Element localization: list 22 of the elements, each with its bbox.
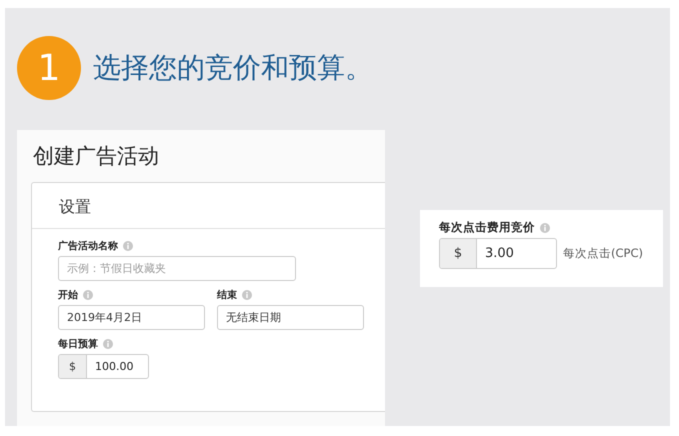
section-title: 设置 [32, 183, 385, 229]
info-icon [103, 339, 113, 349]
campaign-name-field[interactable]: 示例：节假日收藏夹 [58, 256, 296, 281]
unit-label: 每次点击(CPC) [563, 246, 643, 261]
field-label: 每日预算 [58, 338, 98, 351]
info-icon [242, 290, 252, 300]
currency-prefix: $ [440, 239, 477, 268]
field-label: 每次点击费用竞价 [439, 220, 535, 235]
field-label: 开始 [58, 288, 78, 302]
field-label: 广告活动名称 [58, 239, 118, 253]
bid-field[interactable]: $ 3.00 [439, 238, 557, 269]
info-icon [540, 222, 550, 232]
step-number: 1 [17, 36, 81, 100]
field-label: 结束 [217, 288, 237, 302]
step-title: 选择您的竞价和预算。 [93, 50, 373, 86]
budget-field[interactable]: $ 100.00 [58, 354, 149, 379]
start-date-field[interactable]: 2019年4月2日 [58, 305, 205, 330]
page-title: 创建广告活动 [33, 143, 160, 170]
info-icon [123, 241, 133, 251]
info-icon [83, 290, 93, 300]
end-date-field[interactable]: 无结束日期 [217, 305, 364, 330]
currency-prefix: $ [59, 355, 87, 378]
